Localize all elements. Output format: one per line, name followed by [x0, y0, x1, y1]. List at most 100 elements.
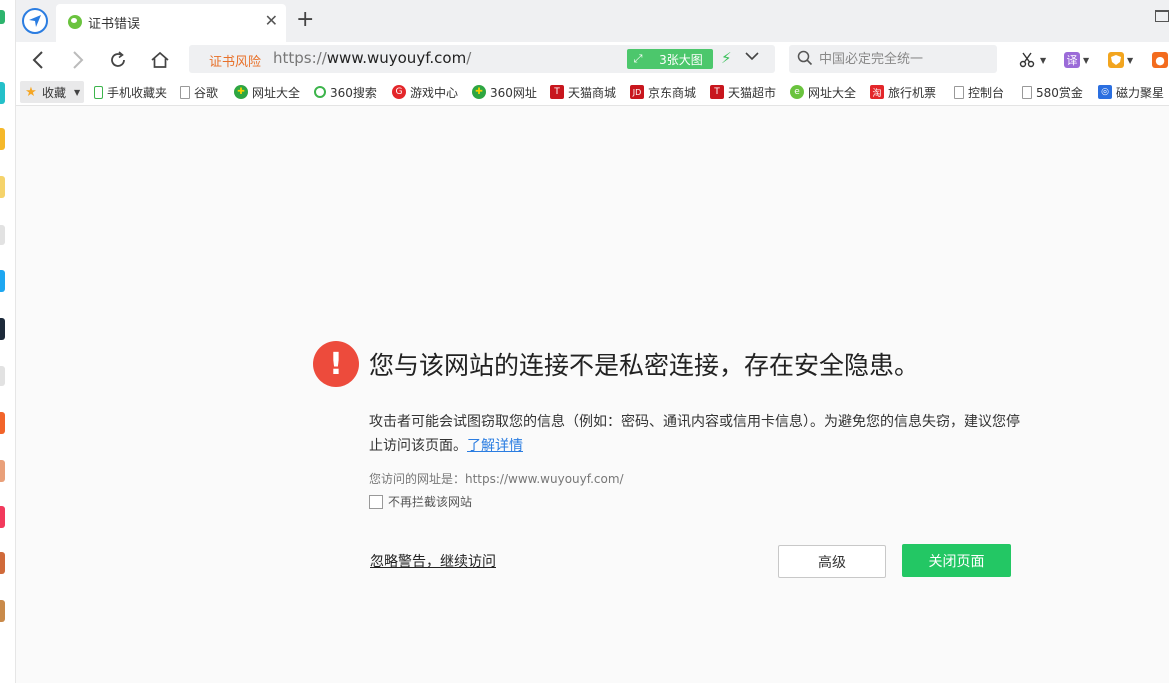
left-dock	[0, 0, 16, 683]
dock-app-icon[interactable]	[0, 270, 5, 292]
bookmark-label: 控制台	[968, 85, 1005, 100]
bookmark-label: 谷歌	[194, 85, 219, 100]
bookmark-360-search[interactable]: 360搜索	[314, 82, 377, 102]
page-icon	[180, 85, 190, 99]
bookmark-favorites[interactable]: ★ 收藏 ▼	[20, 81, 85, 103]
bookmark-360-portal[interactable]: ✚ 网址大全	[234, 82, 300, 102]
dock-app-icon[interactable]	[0, 128, 5, 150]
bookmark-label: 网址大全	[252, 85, 301, 100]
window-restore-icon[interactable]	[1155, 10, 1169, 22]
search-360-icon	[314, 86, 326, 98]
bookmark-url-portal[interactable]: e 网址大全	[790, 82, 856, 102]
tab-title: 证书错误	[88, 17, 141, 32]
search-icon	[797, 50, 813, 66]
reload-button[interactable]	[106, 48, 130, 72]
bookmark-360-sites[interactable]: ✚ 360网址	[472, 82, 537, 102]
page-icon	[954, 85, 964, 99]
bookmark-game-center[interactable]: G 游戏中心	[392, 82, 458, 102]
caret-down-icon: ▼	[1040, 55, 1047, 65]
bookmark-mobile[interactable]: 手机收藏夹	[94, 82, 167, 102]
bookmarks-bar: ★ 收藏 ▼ 手机收藏夹 谷歌 ✚ 网址大全 360搜索 G 游戏中心 ✚ 36…	[16, 78, 1169, 106]
error-exclamation-icon: !	[313, 341, 359, 387]
bookmark-label: 游戏中心	[410, 85, 459, 100]
advanced-button[interactable]: 高级	[778, 545, 886, 578]
home-button[interactable]	[148, 48, 172, 72]
dock-app-icon[interactable]	[0, 82, 5, 104]
bookmark-label: 天猫超市	[728, 85, 777, 100]
bookmark-label: 收藏	[42, 85, 67, 100]
bookmark-tmall[interactable]: T 天猫商城	[550, 82, 616, 102]
translate-icon: 译	[1064, 52, 1080, 68]
bookmark-label: 天猫商城	[568, 85, 617, 100]
jd-icon: JD	[630, 85, 644, 99]
large-images-label: 3张大图	[659, 52, 703, 67]
dock-app-icon[interactable]	[0, 225, 5, 245]
url-text[interactable]: https://www.wuyouyf.com/	[273, 49, 471, 67]
ie-icon: e	[790, 85, 804, 99]
cert-warning-label[interactable]: 证书风险	[209, 51, 261, 70]
dock-app-icon[interactable]	[0, 10, 5, 24]
caret-down-icon: ▼	[1127, 55, 1134, 65]
dock-app-icon[interactable]	[0, 318, 5, 340]
bookmark-jd[interactable]: JD 京东商城	[630, 82, 696, 102]
caret-down-icon: ▼	[1083, 55, 1090, 65]
travel-icon: 淘	[870, 85, 884, 99]
url-prefix: https://	[273, 49, 327, 67]
tab-current[interactable]: 证书错误 ✕	[56, 4, 286, 42]
dock-app-icon[interactable]	[0, 460, 5, 482]
translate-button[interactable]: 译 ▼	[1064, 49, 1089, 71]
dock-app-icon[interactable]	[0, 506, 5, 528]
dock-app-icon[interactable]	[0, 366, 5, 386]
lightning-icon[interactable]: ⚡	[721, 49, 732, 67]
bookmark-label: 旅行机票	[888, 85, 937, 100]
back-arrow-icon	[32, 51, 43, 69]
address-bar[interactable]: 证书风险 https://www.wuyouyf.com/ ⤢ 3张大图 ⚡	[189, 45, 775, 73]
error-headline: 您与该网站的连接不是私密连接，存在安全隐患。	[369, 351, 920, 380]
forward-arrow-icon	[73, 51, 84, 69]
bookmark-label: 京东商城	[648, 85, 697, 100]
search-box[interactable]	[789, 45, 997, 73]
security-shield-button[interactable]: ▼	[1108, 49, 1133, 71]
dock-app-icon[interactable]	[0, 600, 5, 622]
caret-down-icon: ▼	[74, 87, 81, 97]
visited-url-text: 您访问的网址是：https://www.wuyouyf.com/	[369, 472, 624, 486]
magnet-icon: ◎	[1098, 85, 1112, 99]
ie-favicon-icon	[68, 15, 82, 29]
bookmark-580[interactable]: 580赏金	[1022, 82, 1083, 102]
home-icon	[151, 51, 169, 68]
large-images-button[interactable]: ⤢ 3张大图	[627, 49, 713, 69]
bookmark-travel[interactable]: 淘 旅行机票	[870, 82, 936, 102]
ignore-warning-link[interactable]: 忽略警告，继续访问	[370, 551, 496, 571]
scissors-icon	[1019, 52, 1035, 68]
bookmark-label: 手机收藏夹	[107, 85, 168, 100]
learn-more-link[interactable]: 了解详情	[467, 438, 523, 454]
bookmark-label: 580赏金	[1036, 85, 1083, 100]
reload-icon	[111, 51, 125, 67]
cert-error-page: ! 您与该网站的连接不是私密连接，存在安全隐患。 攻击者可能会试图窃取您的信息（…	[16, 106, 1169, 683]
back-button[interactable]	[26, 48, 50, 72]
bookmark-google[interactable]: 谷歌	[180, 82, 218, 102]
phone-icon	[94, 85, 103, 99]
chevron-down-icon[interactable]	[745, 49, 759, 65]
bookmark-console[interactable]: 控制台	[954, 82, 1004, 102]
new-tab-icon[interactable]: +	[296, 9, 314, 31]
forward-button[interactable]	[66, 48, 90, 72]
bookmark-label: 360网址	[490, 85, 537, 100]
dock-app-icon[interactable]	[0, 412, 5, 434]
dont-block-label: 不再拦截该网站	[388, 495, 473, 509]
360-icon: ✚	[234, 85, 248, 99]
close-tab-icon[interactable]: ✕	[265, 13, 278, 29]
bookmark-magnet[interactable]: ◎ 磁力聚星	[1098, 82, 1164, 102]
close-page-button[interactable]: 关闭页面	[902, 544, 1011, 577]
dock-app-icon[interactable]	[0, 176, 5, 198]
bookmark-tmall-supermarket[interactable]: T 天猫超市	[710, 82, 776, 102]
tmall-icon: T	[550, 85, 564, 99]
search-input[interactable]	[819, 49, 989, 69]
dont-block-checkbox[interactable]	[369, 494, 383, 509]
gamepad-icon: ●	[1152, 52, 1168, 68]
dock-app-icon[interactable]	[0, 552, 5, 574]
dont-block-option[interactable]: 不再拦截该网站	[369, 493, 472, 510]
game-extension-button[interactable]: ●	[1152, 49, 1168, 71]
browser-logo-icon[interactable]	[22, 8, 48, 34]
screenshot-tool-button[interactable]: ▼	[1019, 49, 1046, 71]
